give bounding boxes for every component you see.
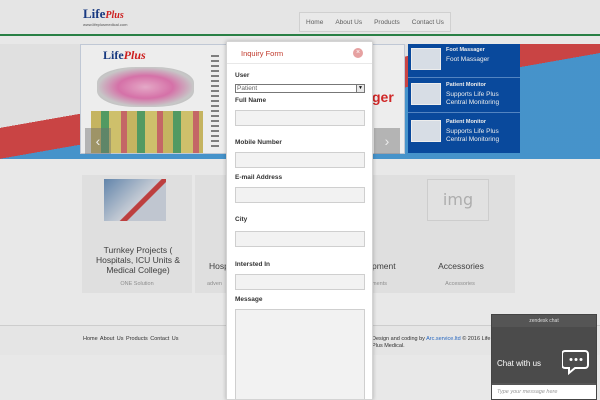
interested-in-label: Intersted In <box>235 261 271 268</box>
full-name-input[interactable] <box>235 110 365 126</box>
chat-brand: zendesk chat <box>529 318 559 324</box>
message-label: Message <box>235 296 263 303</box>
user-label: User <box>235 72 250 79</box>
close-icon[interactable]: × <box>353 48 363 58</box>
user-type-select[interactable]: Patient ▼ <box>235 84 365 93</box>
chat-bubble-icon <box>562 350 589 376</box>
modal-header: Inquiry Form × <box>227 42 372 64</box>
modal-title: Inquiry Form <box>241 49 284 58</box>
user-type-value: Patient <box>237 85 258 92</box>
message-textarea[interactable] <box>235 309 365 399</box>
interested-in-input[interactable] <box>235 274 365 290</box>
chat-title: Chat with us <box>497 359 542 368</box>
chevron-down-icon[interactable]: ▼ <box>356 85 364 92</box>
city-input[interactable] <box>235 231 365 247</box>
chat-body[interactable]: Chat with us <box>492 327 596 383</box>
chat-widget[interactable]: zendesk chat Chat with us Type your mess… <box>491 314 597 400</box>
full-name-label: Full Name <box>235 97 267 104</box>
chat-message-input[interactable]: Type your message here <box>492 385 596 399</box>
mobile-number-input[interactable] <box>235 152 365 168</box>
city-label: City <box>235 216 248 223</box>
email-label: E-mail Address <box>235 174 283 181</box>
email-input[interactable] <box>235 187 365 203</box>
mobile-number-label: Mobile Number <box>235 139 282 146</box>
inquiry-form-modal: Inquiry Form × User Patient ▼ Full Name … <box>226 41 373 400</box>
